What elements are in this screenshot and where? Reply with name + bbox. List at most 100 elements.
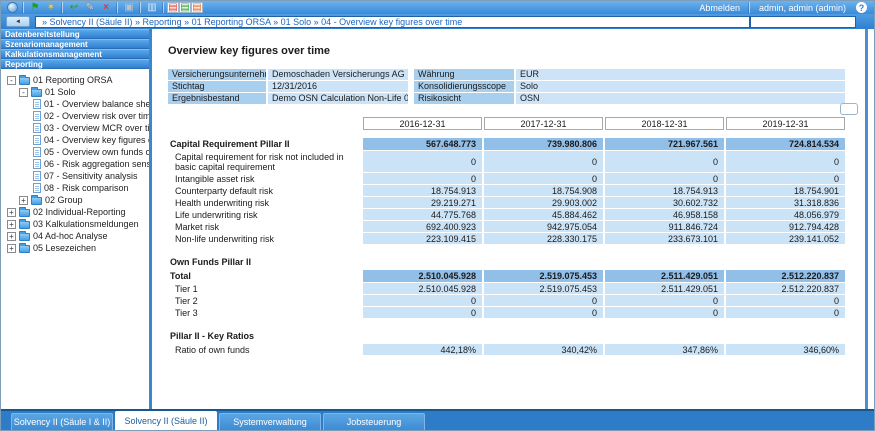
folder-icon	[19, 209, 30, 217]
export-icon[interactable]: ▥	[144, 2, 160, 14]
import-icon[interactable]: ↩	[66, 2, 82, 14]
accordion-reporting[interactable]: Reporting	[1, 59, 149, 69]
main-content: Overview key figures over time Versicher…	[155, 29, 868, 409]
scrollbar-thumb[interactable]	[840, 103, 858, 115]
tree-item-label: 01 - Overview balance sheet o	[44, 99, 149, 109]
info-value: EUR	[516, 69, 845, 80]
help-icon[interactable]: ?	[856, 2, 867, 13]
info-value: 12/31/2016	[268, 81, 408, 92]
tree-item[interactable]: 07 - Sensitivity analysis	[7, 170, 149, 182]
table-cell: 48.056.979	[726, 209, 845, 220]
tree-item-label: 08 - Risk comparison	[44, 183, 129, 193]
delete-icon[interactable]: ×	[98, 2, 114, 14]
tree-item-selected[interactable]: 04 - Overview key figures ove	[7, 134, 149, 146]
row-label: Capital Requirement Pillar II	[168, 138, 361, 150]
table-cell: 2.519.075.453	[484, 270, 603, 282]
table-cell: 0	[363, 307, 482, 318]
page-title: Overview key figures over time	[168, 45, 865, 57]
table-row: Market risk 692.400.923 942.975.054 911.…	[168, 221, 845, 232]
report-info-right: Währung EUR Konsolidierungsscope Solo Ri…	[414, 69, 845, 104]
accordion-szenariomanagement[interactable]: Szenariomanagement	[1, 39, 149, 49]
expand-node-icon[interactable]: +	[7, 244, 16, 253]
tab-systemverwaltung[interactable]: Systemverwaltung	[219, 413, 321, 430]
tree-item[interactable]: + 03 Kalkulationsmeldungen	[7, 218, 149, 230]
accordion-kalkulationsmanagement[interactable]: Kalkulationsmanagement	[1, 49, 149, 59]
tree-item[interactable]: 01 - Overview balance sheet o	[7, 98, 149, 110]
pdf-export-icon[interactable]: ▤	[191, 2, 203, 13]
run-icon[interactable]: ⚑	[27, 2, 43, 14]
section-title-own-funds: Own Funds Pillar II	[170, 257, 845, 267]
table-cell: 0	[363, 151, 482, 172]
table-cell: 692.400.923	[363, 221, 482, 232]
row-label: Counterparty default risk	[168, 185, 361, 196]
bottom-tab-bar: Solvency II (Säule I & II) Solvency II (…	[1, 409, 874, 430]
table-cell: 912.794.428	[726, 221, 845, 232]
edit-icon[interactable]: ✎	[82, 2, 98, 14]
report-file-icon	[33, 183, 41, 193]
info-value: OSN	[516, 93, 845, 104]
save-icon[interactable]: ▣	[121, 2, 137, 14]
user-label: admin, admin (admin)	[753, 3, 852, 13]
tree-item[interactable]: 06 - Risk aggregation sensitivity	[7, 158, 149, 170]
tab-jobsteuerung[interactable]: Jobsteuerung	[323, 413, 425, 430]
tree-item[interactable]: + 05 Lesezeichen	[7, 242, 149, 254]
row-label: Tier 1	[168, 283, 361, 294]
expand-node-icon[interactable]: +	[7, 220, 16, 229]
row-label: Tier 2	[168, 295, 361, 306]
tree-item[interactable]: 03 - Overview MCR over time	[7, 122, 149, 134]
tree-item[interactable]: + 02 Group	[7, 194, 149, 206]
table-row: Tier 2 0 0 0 0	[168, 295, 845, 306]
wizard-icon[interactable]: ✶	[43, 2, 59, 14]
csv-export-icon[interactable]: ▤	[167, 2, 179, 13]
tree-item-label: 05 - Overview own funds over	[44, 147, 149, 157]
table-row: Capital Requirement Pillar II 567.648.77…	[168, 138, 845, 150]
collapse-sidebar-button[interactable]: ◄	[6, 16, 30, 27]
table-cell: 724.814.534	[726, 138, 845, 150]
accordion-datenbereitstellung[interactable]: Datenbereitstellung	[1, 29, 149, 39]
table-cell: 0	[605, 295, 724, 306]
table-row: Counterparty default risk 18.754.913 18.…	[168, 185, 845, 196]
expand-node-icon[interactable]: +	[7, 208, 16, 217]
breadcrumb-bar: ◄ » Solvency II (Säule II) » Reporting »…	[1, 14, 874, 29]
tree-item-label: 01 Solo	[45, 87, 76, 97]
tree-item[interactable]: 02 - Overview risk over time	[7, 110, 149, 122]
report-info-left: Versicherungsunternehmen Demoschaden Ver…	[168, 69, 408, 104]
table-cell: 721.967.561	[605, 138, 724, 150]
collapse-node-icon[interactable]: -	[7, 76, 16, 85]
tree-item[interactable]: + 04 Ad-hoc Analyse	[7, 230, 149, 242]
collapse-node-icon[interactable]: -	[19, 88, 28, 97]
tree-item-label: 02 - Overview risk over time	[44, 111, 149, 121]
table-cell: 223.109.415	[363, 233, 482, 244]
info-value: Demoschaden Versicherungs AG	[268, 69, 408, 80]
info-value: Demo OSN Calculation Non-Life 04 - 189	[268, 93, 408, 104]
quick-search-input[interactable]	[750, 16, 856, 28]
tab-solvency-saeule-1-2[interactable]: Solvency II (Säule I & II)	[11, 413, 113, 430]
row-label: Market risk	[168, 221, 361, 232]
tree-item[interactable]: + 02 Individual-Reporting	[7, 206, 149, 218]
table-header-row: 2016-12-31 2017-12-31 2018-12-31 2019-12…	[168, 117, 845, 130]
report-file-icon	[33, 171, 41, 181]
app-logo-icon[interactable]	[4, 2, 20, 14]
table-cell: 0	[726, 307, 845, 318]
tree-item[interactable]: - 01 Solo	[7, 86, 149, 98]
folder-icon	[19, 77, 30, 85]
tree-item-label: 04 - Overview key figures ove	[44, 135, 149, 145]
breadcrumb[interactable]: » Solvency II (Säule II) » Reporting » 0…	[35, 16, 750, 28]
toolbar-separator	[62, 2, 63, 13]
row-label: Ratio of own funds	[168, 344, 361, 355]
info-label: Versicherungsunternehmen	[168, 69, 266, 80]
expand-node-icon[interactable]: +	[7, 232, 16, 241]
table-cell: 29.903.002	[484, 197, 603, 208]
logout-button[interactable]: Abmelden	[693, 3, 746, 13]
table-cell: 2.512.220.837	[726, 283, 845, 294]
tab-solvency-saeule-2[interactable]: Solvency II (Säule II)	[115, 411, 217, 430]
tree-item[interactable]: 08 - Risk comparison	[7, 182, 149, 194]
table-cell: 0	[363, 295, 482, 306]
expand-node-icon[interactable]: +	[19, 196, 28, 205]
tree-item[interactable]: 05 - Overview own funds over	[7, 146, 149, 158]
column-header: 2016-12-31	[363, 117, 482, 130]
excel-export-icon[interactable]: ▤	[179, 2, 191, 13]
info-value: Solo	[516, 81, 845, 92]
tree-item[interactable]: - 01 Reporting ORSA	[7, 74, 149, 86]
table-cell: 239.141.052	[726, 233, 845, 244]
